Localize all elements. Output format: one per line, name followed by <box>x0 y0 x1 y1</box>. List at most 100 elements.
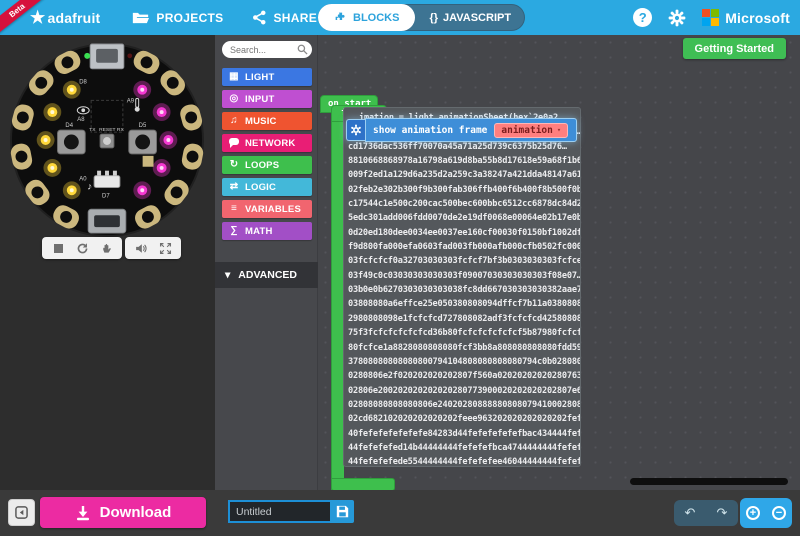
braces-icon: {} <box>429 12 438 24</box>
projects-button[interactable]: PROJECTS <box>118 0 237 35</box>
gear-icon <box>350 124 362 136</box>
list-icon: ≡ <box>228 204 240 214</box>
music-note-icon: ♪ <box>87 182 92 193</box>
variable-name: animation <box>501 125 552 136</box>
undo-button[interactable]: ↶ <box>674 500 706 526</box>
svg-text:D4: D4 <box>65 123 73 129</box>
simulator-controls <box>42 237 181 259</box>
category-label: LOOPS <box>245 160 279 171</box>
hex-line: 2980808098e1fcfcfcd727808082adf3fcfcfcd4… <box>348 312 580 326</box>
hex-line: 009f2ed1a129d6a235d2a259c3a38247a421dda4… <box>348 168 580 182</box>
hex-line: 03f49c0c03030303030303f09007030303030303… <box>348 269 580 283</box>
category-loops[interactable]: ↻ LOOPS <box>222 156 312 174</box>
volume-button[interactable] <box>129 239 153 257</box>
category-label: LOGIC <box>245 182 276 193</box>
hex-line: 02feb2e302b300f9b300fab306ffb400f6b400f8… <box>348 183 580 197</box>
button-b[interactable] <box>129 130 157 154</box>
category-music[interactable]: ♫ MUSIC <box>222 112 312 130</box>
hex-line: 44fefefefed14b44444444fefefefbca47444444… <box>348 441 580 455</box>
variable-dropdown[interactable]: animation ▾ <box>494 123 568 138</box>
power-led <box>84 53 90 59</box>
grid-icon: ▦ <box>228 72 240 82</box>
category-light[interactable]: ▦ LIGHT <box>222 68 312 86</box>
fullscreen-button[interactable] <box>153 239 177 257</box>
slow-motion-button[interactable] <box>94 239 118 257</box>
shuffle-icon: ⇄ <box>228 182 240 192</box>
javascript-grey-block[interactable]: imation = light.animationSheet(hex`2e0a2… <box>343 107 581 467</box>
projects-label: PROJECTS <box>156 11 223 25</box>
project-name-input[interactable] <box>228 500 330 523</box>
hex-line: 8810668868978a16798a619d8ba55b8d17618e59… <box>348 154 580 168</box>
download-button[interactable]: Download <box>40 497 206 528</box>
zoom-in-button[interactable]: + <box>740 498 766 528</box>
hex-line: 80fcfce1a8828080808080fcf3bb8a8080808080… <box>348 341 580 355</box>
hex-line: 02808080808080806e2402028088888080807941… <box>348 398 580 412</box>
settings-button[interactable] <box>668 9 686 27</box>
adafruit-star-icon: ★ <box>30 9 45 26</box>
hex-line: 75f3fcfcfcfcfcfcd36b80fcfcfcfcfcfcf5b879… <box>348 326 580 340</box>
circuit-playground-board[interactable]: ♪ D8 A8 A9 D4 TX RESET RX D5 A0 D7 <box>8 41 206 244</box>
fullscreen-icon <box>159 242 172 255</box>
battery-connector <box>88 209 126 233</box>
header-right: ? <box>633 0 790 35</box>
download-label: Download <box>100 504 172 521</box>
svg-text:D7: D7 <box>102 193 110 199</box>
save-button[interactable] <box>330 500 354 523</box>
share-label: SHARE <box>274 11 318 25</box>
svg-text:RESET: RESET <box>99 127 115 133</box>
stop-icon <box>54 244 63 253</box>
slide-switch[interactable] <box>94 171 120 188</box>
svg-text:RX: RX <box>117 127 125 133</box>
show-animation-frame-block[interactable]: show animation frame animation ▾ <box>346 117 577 143</box>
loop-icon: ↻ <box>228 160 240 170</box>
hex-line: 03b0e0b6270303030303038fc8dd667030303030… <box>348 283 580 297</box>
category-advanced[interactable]: ▾ ADVANCED <box>215 262 318 288</box>
hex-line: 5edc301add006fdd0070de2e19df0068e00064e0… <box>348 211 580 225</box>
calc-icon: ∑ <box>228 226 240 236</box>
puzzle-icon <box>334 11 347 24</box>
workspace[interactable]: Getting Started on start forever imation… <box>318 35 800 490</box>
share-icon <box>252 10 267 25</box>
headphones-icon: ♫ <box>228 116 240 126</box>
chat-icon <box>228 138 240 148</box>
category-logic[interactable]: ⇄ LOGIC <box>222 178 312 196</box>
category-input[interactable]: ◎ INPUT <box>222 90 312 108</box>
horizontal-scrollbar[interactable] <box>630 478 788 485</box>
collapse-simulator-button[interactable] <box>8 499 35 526</box>
category-math[interactable]: ∑ MATH <box>222 222 312 240</box>
adafruit-logo-text: adafruit <box>47 10 100 26</box>
share-button[interactable]: SHARE <box>238 0 332 35</box>
zoom-out-button[interactable]: − <box>766 498 792 528</box>
stop-button[interactable] <box>46 239 70 257</box>
tab-javascript[interactable]: {} JAVASCRIPT <box>415 4 525 31</box>
microsoft-logo[interactable]: Microsoft <box>702 9 790 26</box>
undo-icon: ↶ <box>685 505 696 521</box>
download-icon <box>75 505 91 521</box>
category-label: NETWORK <box>245 138 295 149</box>
adafruit-logo[interactable]: ★ adafruit <box>30 9 100 26</box>
button-a[interactable] <box>58 130 86 154</box>
hex-line: c17544c1e500c200cac500bec600bbc6512cc687… <box>348 197 580 211</box>
svg-text:D5: D5 <box>139 123 147 129</box>
microsoft-squares-icon <box>702 9 719 26</box>
search-input[interactable] <box>222 41 312 58</box>
editor-toggle: BLOCKS {} JAVASCRIPT <box>318 4 525 31</box>
hex-line: 0280806e2f020202020202807f560a0202020202… <box>348 369 580 383</box>
hex-line: 02cd682102020202020202feee96320202020202… <box>348 412 580 426</box>
category-network[interactable]: NETWORK <box>222 134 312 152</box>
reset-button[interactable] <box>100 134 114 148</box>
block-gear-badge[interactable] <box>346 119 365 141</box>
category-variables[interactable]: ≡ VARIABLES <box>222 200 312 218</box>
hex-line: 03fcfcfcf0a32703030303fcfcf7bf3b03030303… <box>348 254 580 268</box>
zoom-in-icon: + <box>746 506 760 520</box>
header: Beta ★ adafruit PROJECTS SHARE BLOCKS {}… <box>0 0 800 35</box>
hex-line: 02806e2002020202020202807739000202020202… <box>348 384 580 398</box>
help-button[interactable]: ? <box>633 8 652 27</box>
redo-button[interactable]: ↷ <box>706 500 738 526</box>
advanced-label: ADVANCED <box>238 269 297 281</box>
restart-button[interactable] <box>70 239 94 257</box>
footer: Download ↶ ↷ + − <box>0 490 800 536</box>
tab-blocks[interactable]: BLOCKS <box>318 4 415 31</box>
getting-started-button[interactable]: Getting Started <box>683 38 786 59</box>
hand-icon <box>100 242 113 255</box>
